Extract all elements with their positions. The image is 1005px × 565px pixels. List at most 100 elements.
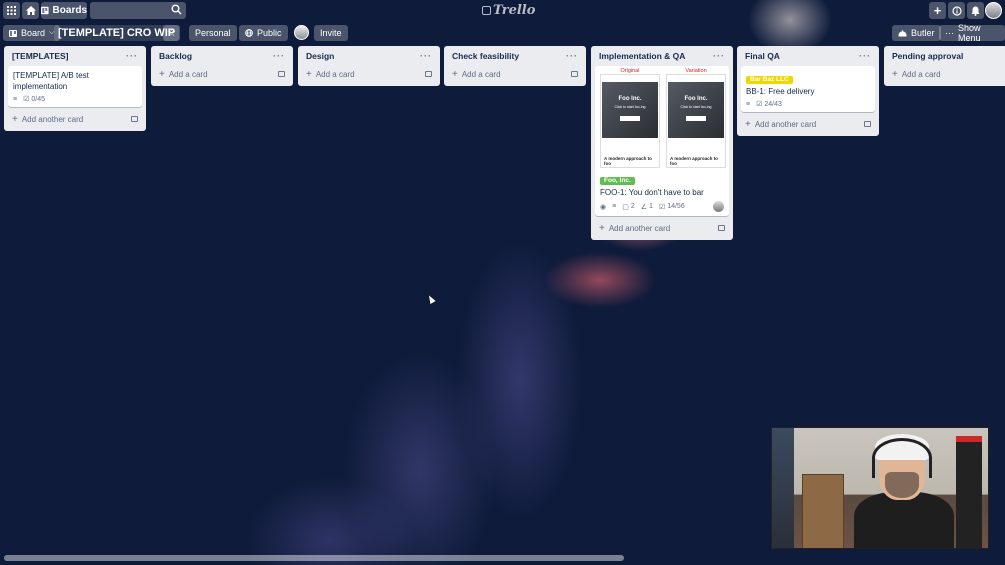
comment-icon: ▢	[622, 203, 629, 211]
card-title: BB-1: Free delivery	[746, 87, 815, 96]
add-card-button[interactable]: + Add a card	[888, 66, 1001, 82]
visibility-button[interactable]: Public	[239, 25, 288, 41]
cover-hero-subtitle: Click to start foo-ing	[680, 105, 712, 109]
butler-button[interactable]: Butler	[892, 25, 941, 41]
list-header[interactable]: Implementation & QA ···	[595, 46, 729, 66]
list-header[interactable]: Design ···	[302, 46, 436, 66]
add-card-label: Add a card	[901, 69, 941, 79]
add-card-button[interactable]: + Add another card	[8, 111, 142, 127]
add-card-button[interactable]: + Add a card	[302, 66, 436, 82]
user-avatar[interactable]	[985, 2, 1002, 19]
search-input[interactable]	[90, 2, 186, 19]
card-template-icon[interactable]	[425, 71, 432, 77]
add-card-button[interactable]: + Add another card	[741, 116, 875, 132]
add-card-label: Add a card	[461, 69, 501, 79]
create-button[interactable]: +	[929, 2, 946, 19]
comments-count: 2	[630, 203, 635, 210]
card-badges: ◉ ≡ ▢ 2 ∠ 1 ☑ 14/56	[600, 201, 724, 212]
list-implementation-qa: Implementation & QA ··· Original Foo Inc…	[591, 46, 733, 240]
list-title[interactable]: Implementation & QA	[599, 51, 685, 61]
list-title[interactable]: Pending approval	[892, 51, 963, 61]
card[interactable]: Bar Baz LLC BB-1: Free delivery ≡ ☑ 24/4…	[741, 66, 875, 112]
cover-hero-title: Foo Inc.	[618, 96, 642, 102]
horizontal-scrollbar[interactable]	[4, 555, 624, 561]
list-title[interactable]: Design	[306, 51, 334, 61]
board-view-label: Board	[21, 28, 46, 38]
add-card-label: Add a card	[168, 69, 208, 79]
list-menu-icon[interactable]: ···	[713, 51, 725, 61]
comments-badge: ▢ 2	[622, 203, 635, 211]
trello-logo-text: Trello	[493, 3, 536, 18]
card-template-icon[interactable]	[131, 116, 138, 122]
card-template-icon[interactable]	[718, 225, 725, 231]
plus-icon: +	[933, 3, 942, 18]
list-menu-icon[interactable]: ···	[420, 51, 432, 61]
list-design: Design ··· + Add a card	[298, 46, 440, 86]
list-menu-icon[interactable]: ···	[859, 51, 871, 61]
list-title[interactable]: Final QA	[745, 51, 780, 61]
add-card-button[interactable]: + Add a card	[155, 66, 289, 82]
board-title[interactable]: [TEMPLATE] CRO WIP	[54, 25, 180, 41]
mouse-cursor	[426, 294, 436, 304]
info-icon	[951, 5, 962, 16]
description-icon: ≡	[612, 203, 617, 210]
card[interactable]: Original Foo Inc. Click to start foo-ing…	[595, 66, 729, 216]
card-label[interactable]: Bar Baz LLC	[746, 76, 793, 84]
show-menu-button[interactable]: ··· Show Menu	[939, 23, 1005, 43]
list-title[interactable]: Check feasibility	[452, 51, 519, 61]
card-template-icon[interactable]	[864, 121, 871, 127]
card-label[interactable]: Foo, Inc.	[600, 177, 635, 185]
team-button[interactable]: Personal	[189, 25, 237, 41]
list-header[interactable]: Pending approval	[888, 46, 1001, 66]
trello-logo[interactable]: Trello	[482, 3, 535, 18]
info-button[interactable]	[948, 2, 965, 19]
card[interactable]: [TEMPLATE] A/B test implementation ≡ ☑ 0…	[8, 66, 142, 107]
checklist-badge: ☑ 24/43	[756, 100, 782, 109]
card-title: FOO-1: You don't have to bar	[600, 188, 704, 197]
list-title[interactable]: Backlog	[159, 51, 192, 61]
card-member-avatar[interactable]	[713, 201, 724, 212]
list-menu-icon[interactable]: ···	[273, 51, 285, 61]
more-icon: ···	[945, 28, 954, 38]
cover-image: Foo Inc. Click to start foo-ing A modern…	[600, 74, 660, 168]
cover-hero-subtitle: Click to start foo-ing	[614, 105, 646, 109]
cover-hero-title: Foo Inc.	[684, 96, 708, 102]
list-templates: [TEMPLATES] ··· [TEMPLATE] A/B test impl…	[4, 46, 146, 131]
list-menu-icon[interactable]: ···	[566, 51, 578, 61]
boards-button[interactable]: Boards	[41, 2, 87, 19]
webcam-overlay	[771, 427, 989, 549]
add-card-button[interactable]: + Add another card	[595, 220, 729, 236]
app-switcher-button[interactable]	[3, 2, 20, 19]
board-view-switcher[interactable]: Board ⌵	[3, 25, 61, 41]
list-header[interactable]: [TEMPLATES] ···	[8, 46, 142, 66]
card-badges: ≡ ☑ 24/43	[746, 100, 870, 109]
trello-logo-icon	[482, 6, 491, 15]
webcam-shelf	[772, 428, 794, 548]
top-nav: Boards Trello +	[0, 0, 1005, 22]
star-button[interactable]: ☆	[163, 25, 180, 41]
checklist-count: 0/45	[31, 95, 45, 103]
card-template-icon[interactable]	[278, 71, 285, 77]
add-card-label: Add a card	[315, 69, 355, 79]
board-member-avatar[interactable]	[294, 25, 309, 40]
list-header[interactable]: Final QA ···	[741, 46, 875, 66]
list-header[interactable]: Check feasibility ···	[448, 46, 582, 66]
card-template-icon[interactable]	[571, 71, 578, 77]
add-card-button[interactable]: + Add a card	[448, 66, 582, 82]
card-badges: ≡ ☑ 0/45	[13, 95, 137, 104]
home-button[interactable]	[22, 2, 39, 19]
plus-icon: +	[452, 68, 458, 80]
add-card-label: Add another card	[754, 119, 817, 129]
list-menu-icon[interactable]: ···	[126, 51, 138, 61]
list-title[interactable]: [TEMPLATES]	[12, 51, 69, 61]
globe-icon	[245, 29, 253, 37]
notifications-button[interactable]	[967, 2, 984, 19]
cover-hero: Foo Inc. Click to start foo-ing	[668, 82, 724, 138]
invite-button[interactable]: Invite	[314, 25, 348, 41]
add-card-label: Add another card	[608, 223, 671, 233]
webcam-person-body	[854, 492, 954, 548]
plus-icon: +	[745, 118, 751, 130]
cover-hero-button	[620, 116, 640, 121]
description-icon: ≡	[746, 100, 751, 108]
list-header[interactable]: Backlog ···	[155, 46, 289, 66]
